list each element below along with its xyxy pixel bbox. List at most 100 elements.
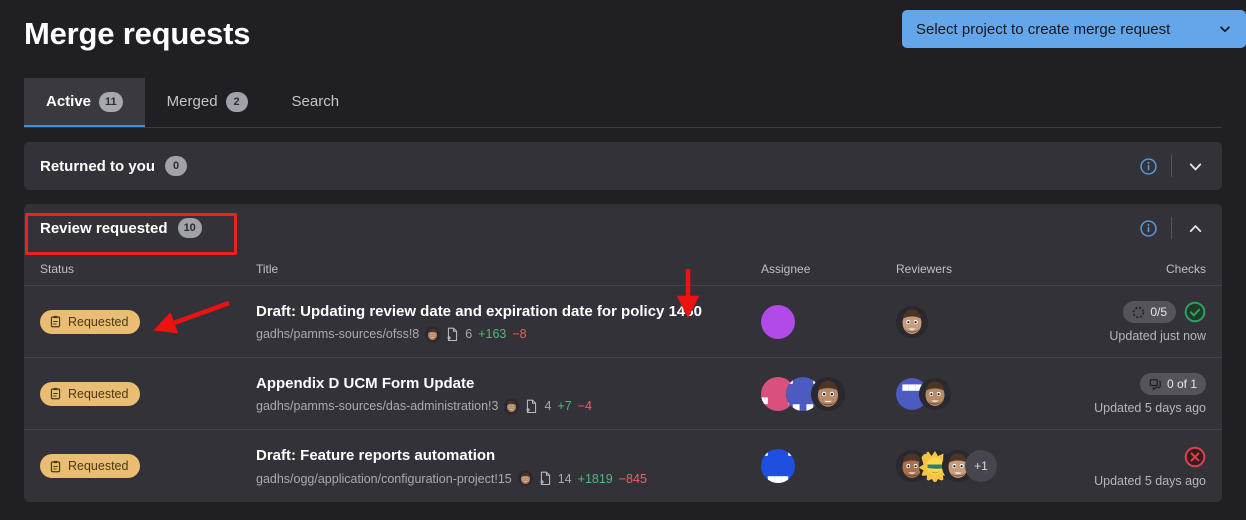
merge-request-row[interactable]: Requested Draft: Feature reports automati… [24, 430, 1222, 502]
tab-active-count: 11 [99, 91, 123, 112]
checks-line: 0 of 1 [1056, 372, 1206, 396]
project-path[interactable]: gadhs/pamms-sources/das-administration!3 [256, 399, 498, 413]
checks-cell: Updated 5 days ago [1056, 445, 1206, 488]
merge-request-row[interactable]: Requested Appendix D UCM Form Update gadhs… [24, 358, 1222, 430]
avatar[interactable] [517, 471, 533, 486]
tab-merged-label: Merged [166, 93, 218, 110]
column-header-checks: Checks [1165, 261, 1206, 276]
tab-merged[interactable]: Merged 2 [145, 78, 270, 127]
check-circle-icon [1184, 301, 1206, 323]
clipboard-icon [49, 460, 62, 473]
reviewers-overflow-count[interactable]: +1 [965, 450, 997, 482]
checks-cell: 0 of 1 Updated 5 days ago [1056, 372, 1206, 415]
assignee-cell [761, 376, 896, 411]
assignee-avatars [761, 376, 896, 411]
assignee-avatars [761, 304, 896, 339]
assignee-cell [761, 304, 896, 339]
reviewer-avatars [896, 305, 1056, 338]
clipboard-icon [49, 315, 62, 328]
reviewers-cell [896, 305, 1056, 338]
reviewer-avatars [896, 377, 1056, 410]
reviewer-avatars: +1 [896, 450, 1056, 482]
avatar[interactable] [896, 305, 928, 338]
file-plus-icon [539, 471, 552, 486]
updated-timestamp: Updated 5 days ago [1094, 473, 1206, 488]
additions-count: +1819 [577, 471, 613, 486]
merge-request-title[interactable]: Draft: Updating review date and expirati… [256, 302, 761, 322]
avatar[interactable] [761, 449, 795, 483]
reviewers-cell [896, 377, 1056, 410]
deletions-count: −8 [512, 327, 527, 341]
file-plus-icon [446, 327, 459, 342]
avatar[interactable] [504, 398, 520, 414]
review-requested-count: 10 [177, 218, 202, 238]
rows-container: Requested Draft: Updating review date and… [24, 286, 1222, 502]
x-circle-icon [1184, 446, 1206, 468]
column-header-assignee: Assignee [761, 261, 811, 276]
avatar[interactable] [919, 377, 951, 410]
column-header-status: Status [40, 261, 75, 276]
status-badge-label: Requested [68, 386, 129, 401]
review-requested-header[interactable]: Review requested 10 [24, 204, 1222, 252]
section-review-requested: Review requested 10 Status Title Assigne… [24, 204, 1222, 502]
tab-merged-count: 2 [225, 91, 248, 112]
checks-line [1056, 445, 1206, 469]
reviewers-cell: +1 [896, 450, 1056, 482]
status-badge-label: Requested [68, 459, 129, 473]
divider [1171, 155, 1172, 177]
returned-to-you-header[interactable]: Returned to you 0 [24, 142, 1222, 190]
merge-request-title[interactable]: Appendix D UCM Form Update [256, 374, 761, 394]
chevron-up-icon[interactable] [1182, 215, 1208, 241]
section-returned-to-you: Returned to you 0 [24, 142, 1222, 190]
merge-request-meta: gadhs/pamms-sources/das-administration!3… [256, 398, 761, 414]
status-badge[interactable]: Requested [40, 381, 141, 406]
title-cell: Draft: Updating review date and expirati… [256, 302, 761, 342]
status-cell: Requested [40, 381, 256, 406]
returned-to-you-count: 0 [165, 156, 187, 176]
checks-count-label: 0/5 [1150, 305, 1167, 319]
returned-to-you-title: Returned to you [40, 157, 155, 175]
review-requested-title: Review requested [40, 219, 168, 237]
select-project-create-mr-button[interactable]: Select project to create merge request [902, 10, 1246, 48]
project-path[interactable]: gadhs/pamms-sources/ofss!8 [256, 327, 419, 341]
create-button-label: Select project to create merge request [916, 20, 1171, 38]
status-badge-label: Requested [68, 314, 129, 329]
status-cell: Requested [40, 309, 256, 334]
merge-request-meta: gadhs/pamms-sources/ofss!8 6 +163 −8 [256, 326, 761, 342]
additions-count: +7 [557, 399, 572, 413]
title-cell: Draft: Feature reports automation gadhs/o… [256, 446, 761, 486]
avatar[interactable] [811, 376, 845, 411]
title-cell: Appendix D UCM Form Update gadhs/pamms-so… [256, 374, 761, 414]
deletions-count: −845 [618, 471, 647, 486]
changed-files-count: 4 [544, 399, 552, 413]
checks-line: 0/5 [1056, 300, 1206, 324]
merge-request-list: Status Title Assignee Reviewers Checks R… [24, 252, 1222, 502]
project-path[interactable]: gadhs/ogg/application/configuration-proj… [256, 472, 512, 486]
clipboard-icon [49, 387, 62, 400]
column-header-row: Status Title Assignee Reviewers Checks [24, 252, 1222, 286]
updated-timestamp: Updated 5 days ago [1094, 401, 1206, 415]
tab-search-label: Search [291, 93, 340, 110]
checks-count-badge[interactable]: 0/5 [1123, 301, 1176, 323]
merge-request-meta: gadhs/ogg/application/configuration-proj… [256, 471, 761, 486]
avatar[interactable] [761, 304, 795, 339]
status-badge[interactable]: Requested [40, 454, 141, 478]
avatar[interactable] [425, 326, 441, 342]
checks-count-badge[interactable]: 0 of 1 [1139, 373, 1206, 395]
tab-search[interactable]: Search [270, 78, 362, 127]
info-icon[interactable] [1135, 215, 1161, 241]
assignee-cell [761, 449, 896, 483]
file-plus-icon [525, 399, 538, 414]
chevron-down-icon[interactable] [1182, 153, 1208, 179]
deletions-count: −4 [577, 399, 592, 413]
additions-count: +163 [478, 327, 507, 341]
merge-request-title[interactable]: Draft: Feature reports automation [256, 446, 761, 466]
changed-files-count: 14 [557, 471, 572, 486]
status-badge[interactable]: Requested [40, 309, 141, 334]
tab-active[interactable]: Active 11 [24, 78, 145, 127]
changed-files-count: 6 [465, 327, 473, 341]
checks-count-label: 0 of 1 [1166, 377, 1197, 391]
checks-cell: 0/5 Updated just now [1056, 300, 1206, 343]
info-icon[interactable] [1135, 153, 1161, 179]
merge-request-row[interactable]: Requested Draft: Updating review date and… [24, 286, 1222, 358]
